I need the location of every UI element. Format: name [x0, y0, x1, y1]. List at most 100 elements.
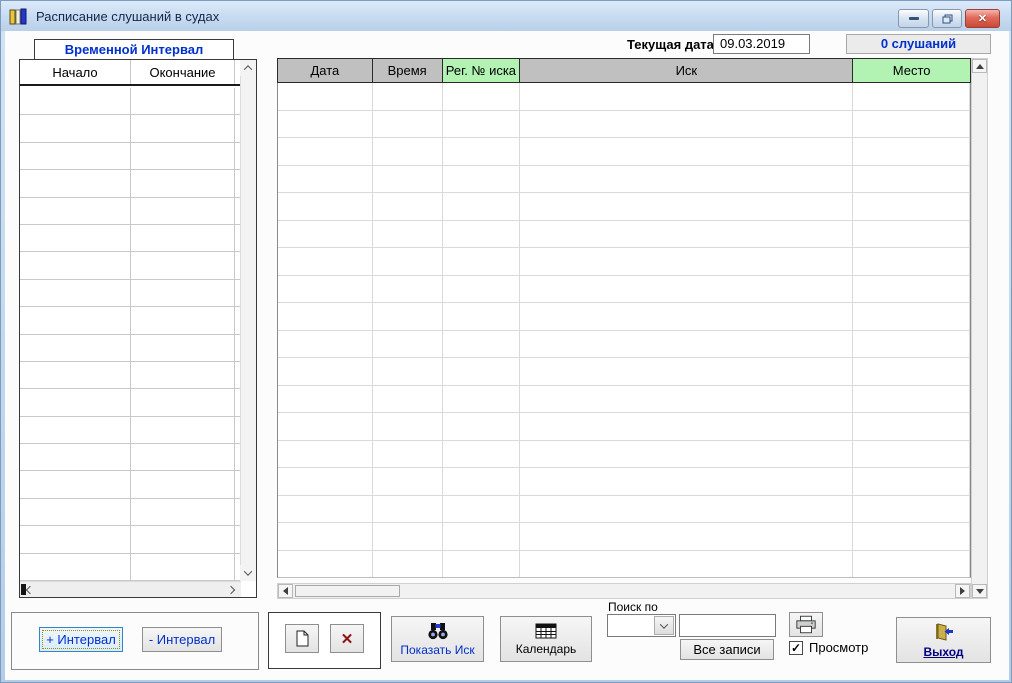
grid-cell: [20, 170, 131, 197]
main-table-body[interactable]: [277, 83, 971, 578]
grid-cell: [853, 83, 970, 110]
main-table-vscrollbar[interactable]: [971, 58, 988, 599]
main-table-hscrollbar[interactable]: [277, 583, 971, 599]
delete-record-button[interactable]: ✕: [330, 624, 364, 653]
grid-cell: [853, 330, 970, 357]
scroll-right-button[interactable]: [955, 584, 970, 598]
preview-label: Просмотр: [809, 640, 869, 655]
grid-cell: [373, 440, 443, 467]
grid-cell: [520, 440, 854, 467]
scroll-right-button[interactable]: [223, 582, 239, 598]
preview-checkbox[interactable]: ✓: [789, 641, 803, 655]
calendar-label: Календарь: [515, 641, 577, 656]
interval-table[interactable]: Начало Окончание: [19, 59, 257, 598]
grid-cell: [853, 523, 970, 550]
grid-cell: [443, 138, 521, 165]
interval-table-body[interactable]: [20, 88, 240, 581]
main-grid-row: [278, 330, 970, 358]
remove-interval-button[interactable]: - Интервал: [142, 627, 222, 652]
grid-cell: [131, 307, 235, 334]
grid-cell: [131, 553, 235, 581]
show-claim-button[interactable]: Показать Иск: [391, 616, 484, 662]
scroll-left-button[interactable]: [278, 584, 293, 598]
interval-grid-row: [20, 498, 240, 527]
grid-cell: [443, 413, 521, 440]
grid-cell: [20, 498, 131, 526]
main-column-header-1: Время: [372, 59, 443, 82]
grid-cell: [373, 495, 443, 522]
triangle-down-icon: [975, 588, 984, 598]
grid-cell: [131, 252, 235, 279]
grid-cell: [853, 413, 970, 440]
grid-cell: [520, 358, 854, 385]
grid-cell: [278, 275, 373, 302]
interval-panel-title: Временной Интервал: [34, 39, 234, 60]
main-grid-row: [278, 275, 970, 303]
grid-cell: [373, 275, 443, 302]
calendar-button[interactable]: Календарь: [500, 616, 592, 662]
grid-cell: [520, 193, 854, 220]
close-button[interactable]: ✕: [965, 9, 1000, 28]
grid-cell: [853, 495, 970, 522]
grid-cell: [443, 523, 521, 550]
grid-cell: [373, 248, 443, 275]
grid-cell: [520, 165, 854, 192]
grid-cell: [443, 220, 521, 247]
current-date-label: Текущая дата: [627, 37, 714, 52]
grid-cell: [20, 361, 131, 389]
grid-cell: [278, 303, 373, 330]
scroll-up-button[interactable]: [240, 60, 256, 76]
grid-cell: [373, 413, 443, 440]
grid-cell: [520, 303, 854, 330]
minimize-button[interactable]: [898, 9, 929, 28]
main-table-header: Дата Время Рег. № иска Иск Место: [277, 58, 971, 83]
chevron-right-icon: [226, 585, 236, 595]
grid-cell: [278, 468, 373, 495]
search-by-label: Поиск по: [608, 600, 658, 614]
scroll-left-button[interactable]: [22, 582, 38, 598]
grid-cell: [853, 220, 970, 247]
grid-cell: [373, 138, 443, 165]
grid-cell: [443, 165, 521, 192]
interval-grid-row: [20, 197, 240, 225]
grid-cell: [131, 334, 235, 361]
grid-cell: [373, 550, 443, 577]
interval-table-vscrollbar[interactable]: [240, 60, 256, 581]
grid-cell: [20, 88, 131, 115]
grid-cell: [373, 165, 443, 192]
grid-cell: [131, 279, 235, 307]
add-interval-button[interactable]: + Интервал: [39, 627, 123, 652]
main-column-header-4: Место: [853, 59, 970, 82]
scroll-up-button[interactable]: [972, 59, 987, 73]
all-records-button[interactable]: Все записи: [680, 639, 774, 660]
exit-button[interactable]: Выход: [896, 617, 991, 663]
grid-cell: [373, 83, 443, 110]
grid-cell: [373, 330, 443, 357]
combo-dropdown-button[interactable]: [654, 616, 674, 635]
restore-button[interactable]: [932, 9, 962, 28]
grid-cell: [443, 83, 521, 110]
interval-grid-row: [20, 224, 240, 253]
grid-cell: [853, 193, 970, 220]
grid-cell: [853, 165, 970, 192]
new-record-button[interactable]: [285, 624, 319, 653]
hscroll-thumb[interactable]: [295, 585, 400, 597]
print-button[interactable]: [789, 612, 823, 637]
grid-cell: [20, 197, 131, 224]
scroll-down-button[interactable]: [240, 565, 256, 581]
search-field-combobox[interactable]: [607, 614, 676, 637]
grid-cell: [853, 303, 970, 330]
scroll-down-button[interactable]: [972, 584, 987, 598]
search-input[interactable]: [679, 614, 776, 637]
interval-table-hscrollbar[interactable]: [20, 581, 241, 597]
grid-cell: [853, 358, 970, 385]
grid-cell: [443, 495, 521, 522]
grid-cell: [443, 193, 521, 220]
main-grid-row: [278, 110, 970, 138]
interval-grid-row: [20, 252, 240, 280]
grid-cell: [278, 440, 373, 467]
current-date-field[interactable]: 09.03.2019: [713, 34, 810, 54]
grid-cell: [520, 220, 854, 247]
chevron-down-icon: [659, 619, 669, 629]
grid-cell: [443, 385, 521, 412]
